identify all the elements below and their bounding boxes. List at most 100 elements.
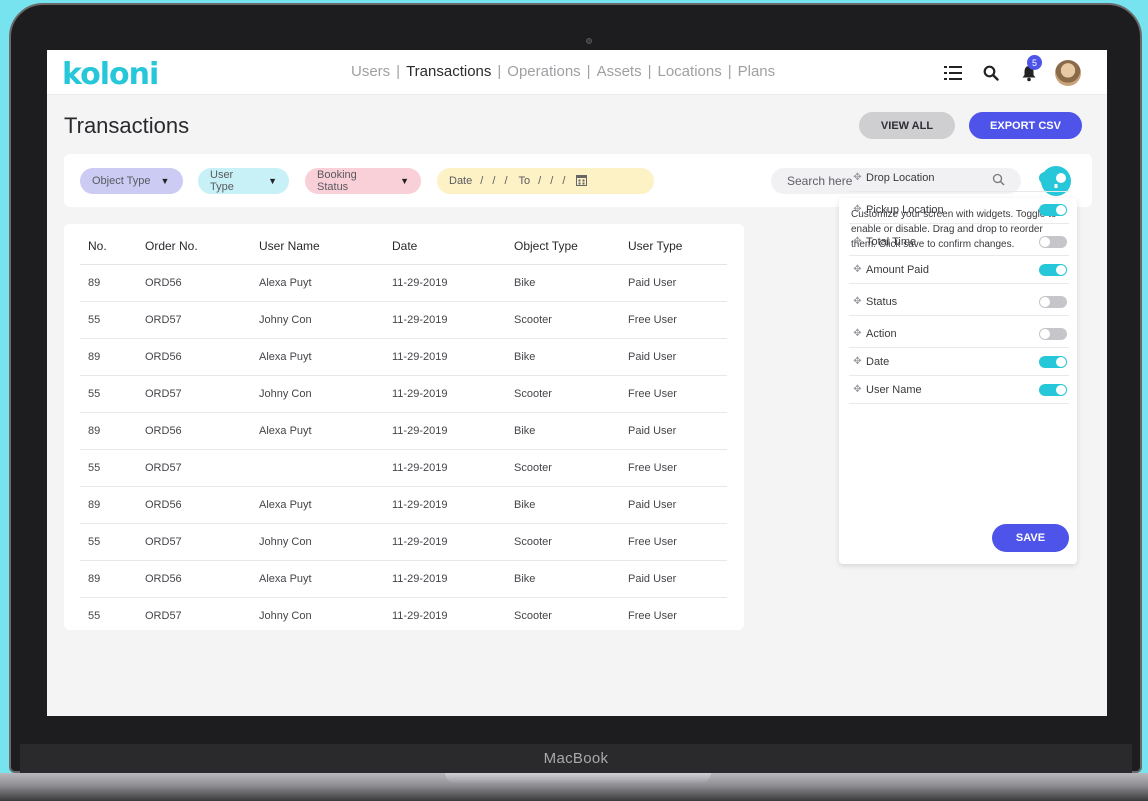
widget-item-label: User Name bbox=[866, 383, 922, 396]
table-row[interactable]: 89 ORD56 Alexa Puyt 11-29-2019 Bike Paid User bbox=[80, 412, 727, 450]
save-button[interactable]: SAVE bbox=[992, 524, 1069, 552]
widget-toggle[interactable] bbox=[1039, 171, 1067, 184]
widget-customize-panel: Customize your screen with widgets. Togg… bbox=[839, 171, 1077, 564]
drag-handle-icon[interactable]: ✥ bbox=[849, 172, 866, 183]
cell-user-type: Paid User bbox=[628, 264, 727, 302]
widget-item-action[interactable]: ✥ Action bbox=[849, 320, 1069, 348]
widget-item-total-time[interactable]: ✥ Total Time bbox=[849, 228, 1069, 256]
camera-icon bbox=[586, 38, 592, 44]
widget-toggle[interactable] bbox=[1039, 383, 1067, 396]
caret-down-icon: ▼ bbox=[268, 176, 277, 186]
table-row[interactable]: 55 ORD57 Johny Con 11-29-2019 Scooter Free Us… bbox=[80, 597, 727, 634]
table-row[interactable]: 89 ORD56 Alexa Puyt 11-29-2019 Bike Paid User bbox=[80, 560, 727, 598]
bell-icon[interactable]: 5 bbox=[1017, 55, 1042, 85]
nav-users[interactable]: Users bbox=[351, 63, 390, 80]
cell-order-no: ORD57 bbox=[145, 523, 259, 561]
nav-assets[interactable]: Assets bbox=[597, 63, 642, 80]
widget-item-amount-paid[interactable]: ✥ Amount Paid bbox=[849, 256, 1069, 284]
widget-toggle[interactable] bbox=[1039, 235, 1067, 248]
widget-item-pickup-location[interactable]: ✥ Pickup Location bbox=[849, 196, 1069, 224]
toggle-knob bbox=[1056, 356, 1066, 367]
drag-handle-icon[interactable]: ✥ bbox=[849, 264, 866, 275]
drag-handle-icon[interactable]: ✥ bbox=[849, 384, 866, 395]
cell-no: 89 bbox=[80, 486, 145, 524]
col-header-order-no[interactable]: Order No. bbox=[145, 228, 259, 265]
widget-toggle[interactable] bbox=[1039, 295, 1067, 308]
cell-user-name: Alexa Puyt bbox=[259, 486, 392, 524]
widget-item-user-name[interactable]: ✥ User Name bbox=[849, 376, 1069, 404]
date-from-field[interactable]: / / / bbox=[480, 175, 510, 187]
device-brand: MacBook bbox=[543, 750, 609, 767]
cell-user-type: Paid User bbox=[628, 338, 727, 376]
widget-item-label: Date bbox=[866, 355, 890, 368]
widget-item-date[interactable]: ✥ Date bbox=[849, 348, 1069, 376]
nav-operations[interactable]: Operations bbox=[507, 63, 580, 80]
table-row[interactable]: 55 ORD57 Johny Con 11-29-2019 Scooter Free Us… bbox=[80, 523, 727, 561]
cell-date: 11-29-2019 bbox=[392, 264, 514, 302]
widget-toggle[interactable] bbox=[1039, 327, 1067, 340]
col-header-date[interactable]: Date bbox=[392, 228, 514, 265]
table-row[interactable]: 55 ORD57 Johny Con 11-29-2019 Scooter Free Us… bbox=[80, 375, 727, 413]
widget-toggle[interactable] bbox=[1039, 263, 1067, 276]
user-type-filter[interactable]: User Type ▼ bbox=[198, 168, 289, 194]
date-range-filter[interactable]: Date / / / To / / / bbox=[437, 168, 654, 194]
cell-order-no: ORD56 bbox=[145, 338, 259, 376]
table-row[interactable]: 89 ORD56 Alexa Puyt 11-29-2019 Bike Paid User bbox=[80, 486, 727, 524]
table-row[interactable]: 89 ORD56 Alexa Puyt 11-29-2019 Bike Paid User bbox=[80, 338, 727, 376]
avatar[interactable] bbox=[1055, 60, 1081, 86]
cell-object-type: Scooter bbox=[514, 375, 628, 413]
laptop-chin: MacBook bbox=[20, 744, 1132, 773]
col-header-no[interactable]: No. bbox=[80, 228, 145, 265]
cell-no: 55 bbox=[88, 609, 101, 622]
toggle-knob bbox=[1056, 384, 1066, 395]
cell-user-type: Paid User bbox=[628, 412, 727, 450]
col-header-user-name[interactable]: User Name bbox=[259, 228, 392, 265]
drag-handle-icon[interactable]: ✥ bbox=[849, 296, 866, 307]
col-header-object-type[interactable]: Object Type bbox=[514, 228, 628, 265]
export-csv-button[interactable]: EXPORT CSV bbox=[969, 112, 1082, 139]
drag-handle-icon[interactable]: ✥ bbox=[849, 328, 866, 339]
nav-locations[interactable]: Locations bbox=[658, 63, 722, 80]
search-icon[interactable] bbox=[979, 61, 1003, 85]
cell-user-name: Johny Con bbox=[259, 301, 392, 339]
table-row[interactable]: 55 ORD57 11-29-2019 Scooter Free User bbox=[80, 449, 727, 487]
table-row[interactable]: 55 ORD57 Johny Con 11-29-2019 Scooter Free Us… bbox=[80, 301, 727, 339]
cell-date: 11-29-2019 bbox=[392, 301, 514, 339]
widget-item-label: Amount Paid bbox=[866, 263, 929, 276]
user-type-label: User Type bbox=[210, 169, 234, 193]
nav-transactions[interactable]: Transactions bbox=[406, 63, 491, 80]
transactions-table: No. Order No. User Name Date Object Type… bbox=[80, 228, 727, 634]
drag-handle-icon[interactable]: ✥ bbox=[849, 356, 866, 367]
view-all-button[interactable]: VIEW ALL bbox=[859, 112, 955, 139]
app-logo[interactable]: koloni bbox=[62, 57, 159, 92]
menu-icon[interactable] bbox=[941, 61, 965, 85]
cell-object-type: Scooter bbox=[514, 449, 628, 487]
widget-item-status[interactable]: ✥ Status bbox=[849, 288, 1069, 316]
cell-user-name: Johny Con bbox=[259, 609, 312, 622]
widget-toggle[interactable] bbox=[1039, 355, 1067, 368]
drag-handle-icon[interactable]: ✥ bbox=[849, 236, 866, 247]
drag-handle-icon[interactable]: ✥ bbox=[849, 204, 866, 215]
col-header-user-type[interactable]: User Type bbox=[628, 228, 727, 265]
cell-date: 11-29-2019 bbox=[392, 338, 514, 376]
cell-object-type: Bike bbox=[514, 560, 628, 598]
cell-user-name bbox=[259, 449, 392, 487]
cell-user-type: Free User bbox=[628, 449, 727, 487]
nav-plans[interactable]: Plans bbox=[738, 63, 776, 80]
widget-item-drop-location[interactable]: ✥ Drop Location bbox=[849, 164, 1069, 192]
table-row[interactable]: 89 ORD56 Alexa Puyt 11-29-2019 Bike Paid User bbox=[80, 264, 727, 302]
booking-status-label: Booking Status bbox=[317, 169, 357, 193]
cell-date: 11-29-2019 bbox=[392, 609, 448, 622]
cell-no: 89 bbox=[80, 412, 145, 450]
widget-toggle[interactable] bbox=[1039, 203, 1067, 216]
toggle-knob bbox=[1056, 264, 1066, 275]
cell-object-type: Bike bbox=[514, 264, 628, 302]
booking-status-filter[interactable]: Booking Status ▼ bbox=[305, 168, 421, 194]
calendar-icon[interactable] bbox=[576, 174, 588, 189]
cell-user-name: Alexa Puyt bbox=[259, 560, 392, 598]
object-type-label: Object Type bbox=[92, 175, 151, 187]
object-type-filter[interactable]: Object Type ▼ bbox=[80, 168, 183, 194]
nav-separator: | bbox=[647, 63, 652, 80]
date-to-field[interactable]: / / / bbox=[538, 175, 568, 187]
toggle-knob bbox=[1056, 204, 1066, 215]
